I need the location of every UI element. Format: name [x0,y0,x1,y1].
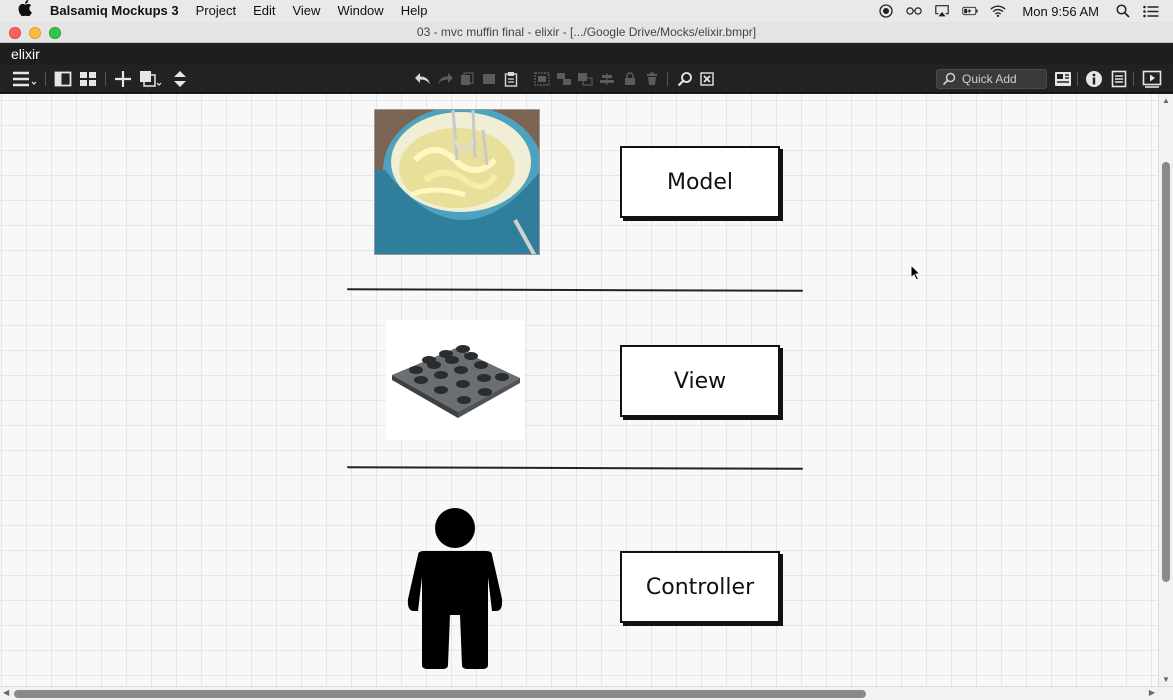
trash-icon[interactable] [643,69,661,89]
menu-help[interactable]: Help [401,0,428,22]
vertical-scroll-thumb[interactable] [1162,162,1170,582]
arrange-icon[interactable] [170,69,190,89]
menu-app-name[interactable]: Balsamiq Mockups 3 [50,0,179,22]
redo-icon[interactable] [435,69,455,89]
group-icon[interactable] [533,69,551,89]
clear-selection-icon[interactable] [698,69,716,89]
main-toolbar: Quick Add [0,65,1173,93]
hamburger-menu-icon[interactable] [10,69,38,89]
vertical-scrollbar[interactable]: ▲ ▼ [1158,94,1173,686]
menu-project[interactable]: Project [196,0,236,22]
grid-view-icon[interactable] [78,69,98,89]
zoom-window-button[interactable] [49,27,61,39]
paste-icon[interactable] [502,69,520,89]
spotlight-icon[interactable] [1115,4,1131,18]
menu-edit[interactable]: Edit [253,0,275,22]
menu-view[interactable]: View [292,0,320,22]
duplicate-icon[interactable] [139,69,163,89]
undo-icon[interactable] [413,69,433,89]
search-icon [942,72,958,86]
horizontal-scroll-thumb[interactable] [14,690,866,698]
bring-forward-icon[interactable] [576,69,594,89]
airplay-icon[interactable] [934,4,950,18]
scroll-up-icon[interactable]: ▲ [1162,96,1170,105]
quick-add-input[interactable]: Quick Add [936,69,1047,89]
battery-icon[interactable] [962,4,979,18]
view-box-label: View [673,368,727,394]
info-icon[interactable] [1084,69,1104,89]
ui-library-icon[interactable] [1053,69,1073,89]
cut-icon[interactable] [480,69,498,89]
wifi-icon[interactable] [990,4,1006,18]
divider-bottom[interactable] [346,466,804,470]
horizontal-scrollbar[interactable]: ◀ ▶ [0,686,1173,700]
close-window-button[interactable] [9,27,21,39]
properties-panel-icon[interactable] [1109,69,1129,89]
copy-icon[interactable] [458,69,476,89]
toggle-navigator-icon[interactable] [53,69,73,89]
macos-menu-bar: Balsamiq Mockups 3 Project Edit View Win… [0,0,1173,22]
align-icon[interactable] [598,69,616,89]
mouse-pointer-icon [910,263,922,286]
person-icon[interactable] [404,507,508,669]
scroll-right-icon[interactable]: ▶ [1149,688,1155,697]
menubar-clock[interactable]: Mon 9:56 AM [1022,4,1099,19]
ungroup-icon[interactable] [555,69,573,89]
scroll-left-icon[interactable]: ◀ [3,688,9,697]
divider-top[interactable] [346,288,804,292]
mockup-canvas[interactable]: Model View Controller [0,94,1158,686]
add-icon[interactable] [113,69,133,89]
scroll-down-icon[interactable]: ▼ [1162,675,1170,684]
model-box-label: Model [666,169,734,195]
model-box[interactable]: Model [620,146,780,218]
glasses-icon[interactable] [906,4,923,18]
controller-box-label: Controller [645,574,755,600]
muffin-tray-image[interactable] [386,320,524,440]
window-title: 03 - mvc muffin final - elixir - [.../Go… [416,25,757,39]
lock-icon[interactable] [621,69,639,89]
window-controls [9,27,61,39]
status-area: Mon 9:56 AM [878,4,1173,19]
project-name[interactable]: elixir [0,43,1173,65]
notification-center-icon[interactable] [1143,4,1159,18]
apple-menu-icon[interactable] [18,0,36,23]
record-icon[interactable] [878,4,894,18]
controller-box[interactable]: Controller [620,551,780,623]
mixing-bowl-image[interactable] [374,109,540,255]
quick-add-placeholder: Quick Add [962,72,1017,86]
menu-window[interactable]: Window [337,0,383,22]
minimize-window-button[interactable] [29,27,41,39]
view-box[interactable]: View [620,345,780,417]
find-icon[interactable] [676,69,694,89]
window-title-bar: 03 - mvc muffin final - elixir - [.../Go… [0,22,1173,43]
presentation-mode-icon[interactable] [1141,69,1163,89]
